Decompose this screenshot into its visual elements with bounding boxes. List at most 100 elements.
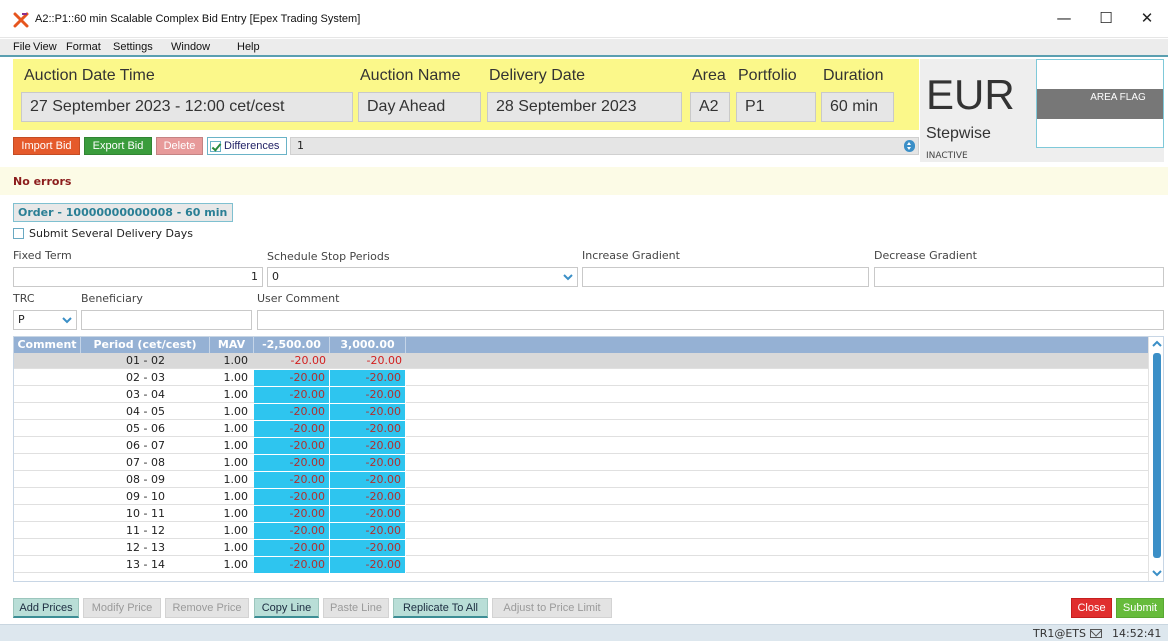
- copy-line-button[interactable]: Copy Line: [254, 598, 319, 618]
- remove-price-button[interactable]: Remove Price: [165, 598, 249, 618]
- price-cell[interactable]: -20.00: [254, 438, 330, 454]
- submit-button[interactable]: Submit: [1116, 598, 1164, 618]
- schedule-stop-select[interactable]: 0: [267, 267, 578, 287]
- table-row[interactable]: 08 - 09 1.00 -20.00 -20.00: [14, 472, 1148, 488]
- increase-gradient-input[interactable]: [582, 267, 869, 287]
- price-cell[interactable]: -20.00: [254, 523, 330, 539]
- fixed-term-input[interactable]: 1: [13, 267, 263, 287]
- minimize-button[interactable]: —: [1045, 4, 1083, 32]
- differences-checkbox[interactable]: [210, 140, 221, 152]
- menu-view[interactable]: View: [33, 41, 57, 53]
- table-row[interactable]: 03 - 04 1.00 -20.00 -20.00: [14, 387, 1148, 403]
- adjust-to-price-limit-button[interactable]: Adjust to Price Limit: [492, 598, 612, 618]
- delete-button[interactable]: Delete: [156, 137, 203, 155]
- mav-cell[interactable]: 1.00: [210, 404, 254, 420]
- comment-cell[interactable]: [14, 438, 81, 454]
- period-cell[interactable]: 09 - 10: [81, 489, 210, 505]
- mav-cell[interactable]: 1.00: [210, 523, 254, 539]
- col-header-price-2[interactable]: 3,000.00: [330, 337, 406, 353]
- mav-cell[interactable]: 1.00: [210, 421, 254, 437]
- table-row[interactable]: 06 - 07 1.00 -20.00 -20.00: [14, 438, 1148, 454]
- price-cell[interactable]: -20.00: [330, 438, 406, 454]
- mav-cell[interactable]: 1.00: [210, 489, 254, 505]
- vertical-scrollbar[interactable]: [1148, 337, 1163, 581]
- price-cell[interactable]: -20.00: [254, 387, 330, 403]
- mav-cell[interactable]: 1.00: [210, 472, 254, 488]
- price-cell[interactable]: -20.00: [330, 472, 406, 488]
- table-row[interactable]: 07 - 08 1.00 -20.00 -20.00: [14, 455, 1148, 471]
- menu-settings[interactable]: Settings: [113, 41, 153, 53]
- price-cell[interactable]: -20.00: [330, 557, 406, 573]
- table-row[interactable]: 02 - 03 1.00 -20.00 -20.00: [14, 370, 1148, 386]
- comment-cell[interactable]: [14, 506, 81, 522]
- table-row[interactable]: 11 - 12 1.00 -20.00 -20.00: [14, 523, 1148, 539]
- differences-toggle[interactable]: Differences: [207, 137, 287, 155]
- order-tab[interactable]: Order - 10000000000008 - 60 min: [13, 203, 233, 222]
- mav-cell[interactable]: 1.00: [210, 506, 254, 522]
- mav-cell[interactable]: 1.00: [210, 455, 254, 471]
- spinner-icon[interactable]: [904, 140, 915, 152]
- differences-spinner[interactable]: 1: [290, 137, 919, 155]
- price-cell[interactable]: -20.00: [330, 421, 406, 437]
- comment-cell[interactable]: [14, 387, 81, 403]
- col-header-period[interactable]: Period (cet/cest): [81, 337, 210, 353]
- table-row[interactable]: 10 - 11 1.00 -20.00 -20.00: [14, 506, 1148, 522]
- price-cell[interactable]: -20.00: [254, 540, 330, 556]
- price-cell[interactable]: -20.00: [330, 506, 406, 522]
- comment-cell[interactable]: [14, 557, 81, 573]
- table-row[interactable]: 13 - 14 1.00 -20.00 -20.00: [14, 557, 1148, 573]
- price-cell[interactable]: -20.00: [254, 472, 330, 488]
- paste-line-button[interactable]: Paste Line: [323, 598, 389, 618]
- mail-icon[interactable]: [1090, 629, 1102, 638]
- period-cell[interactable]: 08 - 09: [81, 472, 210, 488]
- scroll-down-icon[interactable]: [1152, 569, 1162, 577]
- table-row[interactable]: 05 - 06 1.00 -20.00 -20.00: [14, 421, 1148, 437]
- price-cell[interactable]: -20.00: [330, 455, 406, 471]
- comment-cell[interactable]: [14, 370, 81, 386]
- beneficiary-input[interactable]: [81, 310, 252, 330]
- comment-cell[interactable]: [14, 455, 81, 471]
- table-row[interactable]: 04 - 05 1.00 -20.00 -20.00: [14, 404, 1148, 420]
- table-row[interactable]: 12 - 13 1.00 -20.00 -20.00: [14, 540, 1148, 556]
- menu-help[interactable]: Help: [237, 41, 260, 53]
- price-cell[interactable]: -20.00: [330, 353, 406, 369]
- trc-select[interactable]: P: [13, 310, 77, 330]
- mav-cell[interactable]: 1.00: [210, 438, 254, 454]
- user-comment-input[interactable]: [257, 310, 1164, 330]
- close-button[interactable]: Close: [1071, 598, 1112, 618]
- menu-format[interactable]: Format: [66, 41, 101, 53]
- mav-cell[interactable]: 1.00: [210, 370, 254, 386]
- mav-cell[interactable]: 1.00: [210, 540, 254, 556]
- scrollbar-thumb[interactable]: [1153, 353, 1161, 558]
- period-cell[interactable]: 02 - 03: [81, 370, 210, 386]
- period-cell[interactable]: 10 - 11: [81, 506, 210, 522]
- menu-window[interactable]: Window: [171, 41, 210, 53]
- col-header-mav[interactable]: MAV: [210, 337, 254, 353]
- scroll-up-icon[interactable]: [1152, 340, 1162, 348]
- add-prices-button[interactable]: Add Prices: [13, 598, 79, 618]
- price-cell[interactable]: -20.00: [330, 370, 406, 386]
- period-cell[interactable]: 11 - 12: [81, 523, 210, 539]
- comment-cell[interactable]: [14, 353, 81, 369]
- period-cell[interactable]: 01 - 02: [81, 353, 210, 369]
- modify-price-button[interactable]: Modify Price: [83, 598, 161, 618]
- comment-cell[interactable]: [14, 489, 81, 505]
- period-cell[interactable]: 12 - 13: [81, 540, 210, 556]
- table-row[interactable]: 01 - 02 1.00 -20.00 -20.00: [14, 353, 1148, 369]
- mav-cell[interactable]: 1.00: [210, 353, 254, 369]
- price-cell[interactable]: -20.00: [254, 506, 330, 522]
- menu-file[interactable]: File: [13, 41, 31, 53]
- period-cell[interactable]: 05 - 06: [81, 421, 210, 437]
- period-cell[interactable]: 13 - 14: [81, 557, 210, 573]
- col-header-comment[interactable]: Comment: [14, 337, 81, 353]
- mav-cell[interactable]: 1.00: [210, 557, 254, 573]
- comment-cell[interactable]: [14, 472, 81, 488]
- maximize-button[interactable]: ☐: [1087, 4, 1125, 32]
- price-cell[interactable]: -20.00: [330, 387, 406, 403]
- price-cell[interactable]: -20.00: [330, 489, 406, 505]
- price-cell[interactable]: -20.00: [254, 489, 330, 505]
- period-cell[interactable]: 03 - 04: [81, 387, 210, 403]
- price-cell[interactable]: -20.00: [330, 523, 406, 539]
- col-header-price-1[interactable]: -2,500.00: [254, 337, 330, 353]
- submit-several-days-checkbox[interactable]: [13, 228, 24, 239]
